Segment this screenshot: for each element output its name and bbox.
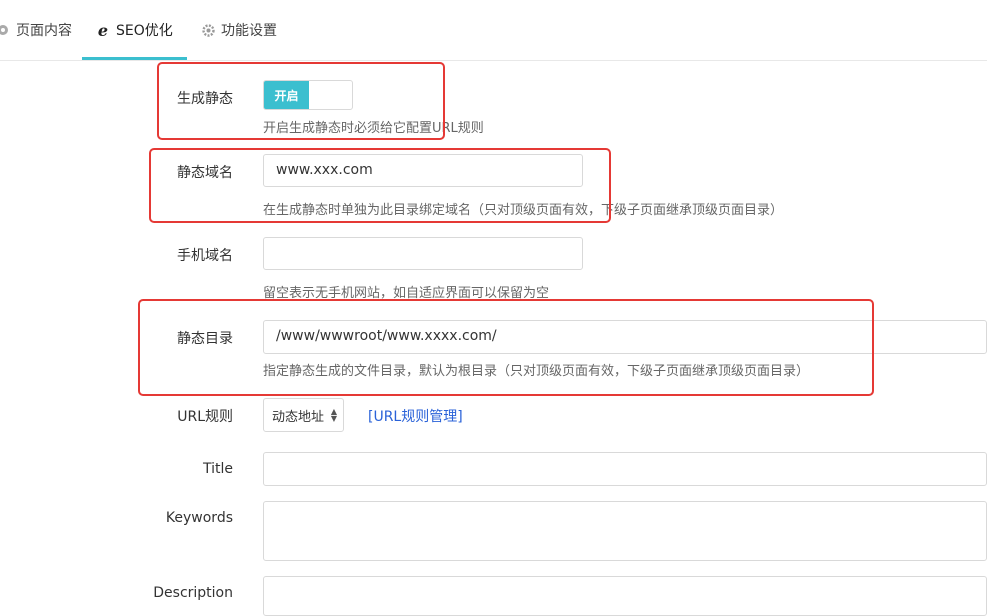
keywords-textarea[interactable] — [263, 501, 987, 561]
mobile-domain-label: 手机域名 — [177, 248, 233, 264]
chevron-updown-icon: ▲ ▼ — [330, 407, 337, 423]
description-label: Description — [153, 585, 233, 601]
highlight-box-static-dir — [138, 299, 874, 396]
mobile-domain-input[interactable] — [263, 237, 583, 270]
title-input[interactable] — [263, 452, 987, 486]
tab-bar: 页面内容 e SEO优化 功能设置 — [0, 0, 987, 61]
gear-icon — [201, 23, 215, 37]
tab-label: 页面内容 — [16, 23, 72, 39]
gear-icon — [0, 23, 10, 37]
tab-label: SEO优化 — [116, 23, 173, 39]
tab-settings[interactable]: 功能设置 — [201, 0, 277, 60]
url-rule-select[interactable]: 动态地址 ▲ ▼ — [263, 398, 344, 432]
select-value: 动态地址 — [272, 409, 325, 425]
ie-icon: e — [97, 20, 109, 40]
title-label: Title — [202, 461, 233, 477]
url-rule-manage-link[interactable]: [URL规则管理] — [368, 406, 463, 426]
tab-label: 功能设置 — [221, 23, 277, 39]
tab-page-content[interactable]: 页面内容 — [0, 0, 72, 60]
keywords-label: Keywords — [165, 510, 233, 526]
highlight-box-static-gen — [157, 62, 445, 140]
description-textarea[interactable] — [263, 576, 987, 616]
highlight-box-static-domain — [149, 148, 611, 223]
url-rule-label: URL规则 — [177, 409, 233, 425]
tab-seo[interactable]: e SEO优化 — [82, 0, 187, 60]
